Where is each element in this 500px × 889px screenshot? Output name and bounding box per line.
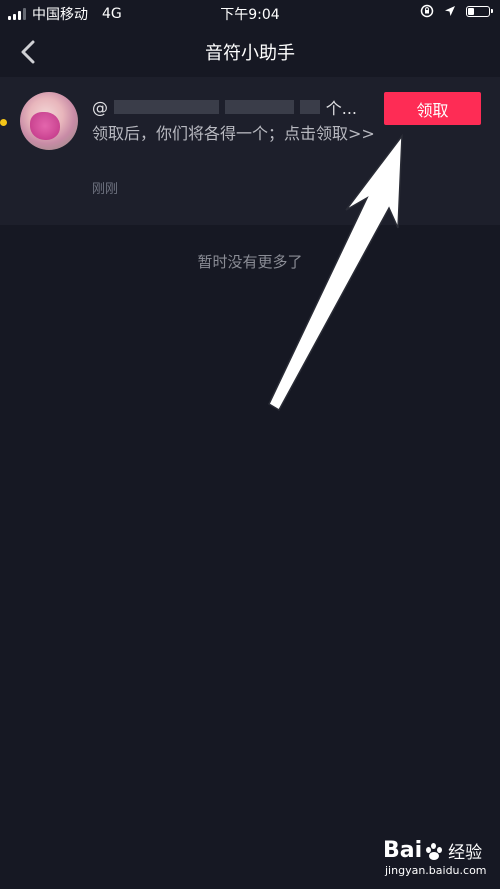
redacted-block	[224, 100, 294, 114]
status-right	[420, 4, 493, 18]
watermark-brand: Bai 经验	[383, 838, 483, 863]
nav-bar: 音符小助手	[0, 26, 500, 76]
paw-icon	[424, 841, 444, 861]
page-title: 音符小助手	[205, 43, 295, 64]
sender-prefix: @	[92, 97, 108, 117]
redacted-block	[114, 100, 219, 114]
avatar[interactable]	[20, 92, 78, 150]
sender-suffix: 个...	[325, 99, 357, 118]
unread-dot	[0, 119, 7, 126]
no-more-text: 暂时没有更多了	[197, 253, 303, 271]
message-time: 刚刚	[92, 182, 119, 197]
claim-button[interactable]: 领取	[384, 92, 481, 125]
watermark-url: jingyan.baidu.com	[385, 864, 487, 877]
redacted-block	[299, 100, 320, 114]
sender-line: @ 个...	[92, 97, 357, 119]
location-arrow-icon	[445, 6, 455, 16]
battery-icon	[466, 5, 493, 17]
baidu-jingyan-watermark: Bai 经验 jingyan.baidu.com	[383, 838, 493, 882]
rotation-lock-icon	[420, 4, 434, 18]
status-bar: 中国移动 4G 下午9:04	[0, 0, 500, 26]
message-text: 领取后，你们将各得一个；点击领取>>	[92, 124, 375, 143]
